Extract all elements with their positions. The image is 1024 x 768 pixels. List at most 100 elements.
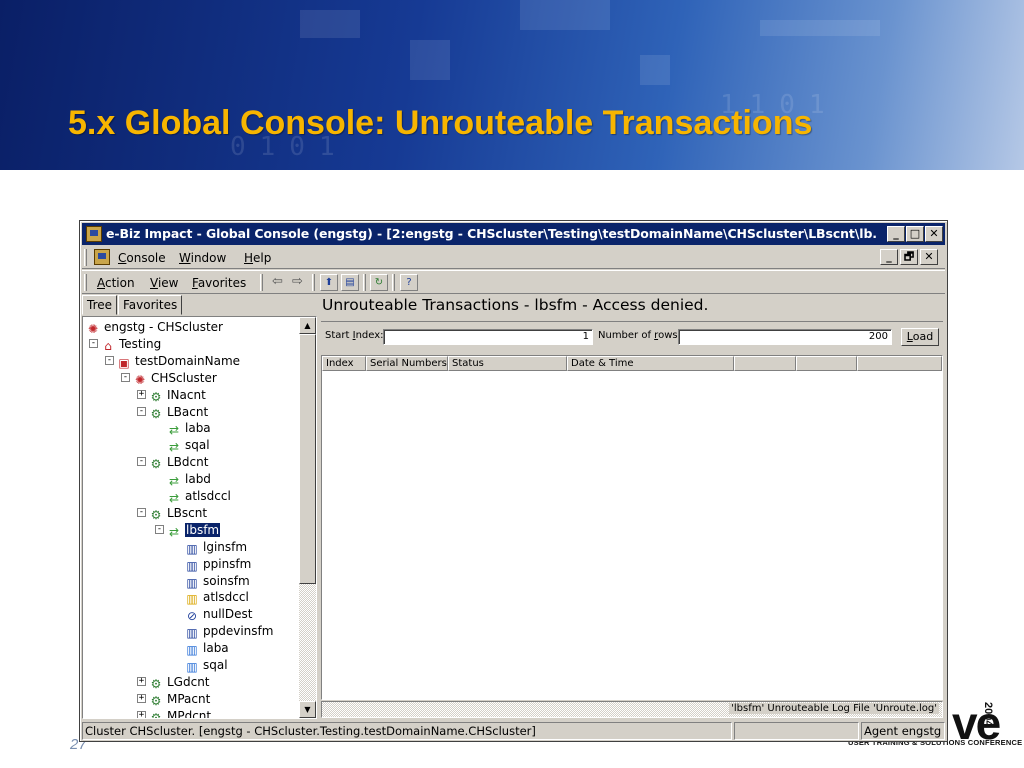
up-folder-icon[interactable]: ⬆ xyxy=(320,274,338,291)
tree-node[interactable]: ▥ laba xyxy=(185,640,228,657)
tree-node-label: lbsfm xyxy=(183,521,222,538)
scroll-down-icon[interactable]: ▼ xyxy=(299,701,316,718)
menubar-grip[interactable] xyxy=(84,249,87,266)
menu-help[interactable]: Help xyxy=(244,251,271,265)
tree-node[interactable]: ✺ CHScluster xyxy=(133,370,217,387)
toolbar-grip[interactable] xyxy=(84,274,87,291)
window-titlebar[interactable]: e-Biz Impact - Global Console (engstg) -… xyxy=(82,223,945,245)
minimize-button[interactable]: _ xyxy=(887,226,905,242)
tree-node[interactable]: ▥ sqal xyxy=(185,657,227,674)
tree-node[interactable]: ▥ soinsfm xyxy=(185,573,249,590)
tree-node[interactable]: ▥ ppinsfm xyxy=(185,556,251,573)
tree-node[interactable]: ▥ atlsdccl xyxy=(185,589,248,606)
close-button[interactable]: ✕ xyxy=(925,226,943,242)
child-minimize-button[interactable]: _ xyxy=(880,249,898,265)
menu-window[interactable]: Window xyxy=(179,251,226,265)
tree-expander[interactable]: - xyxy=(137,507,146,517)
tree-node-label: ppdevinsfm xyxy=(203,624,274,639)
transaction-icon: ▥ xyxy=(186,626,198,641)
tree-node[interactable]: ⇄ lbsfm xyxy=(167,521,222,538)
tree-expander[interactable]: - xyxy=(137,457,146,467)
tree-node[interactable]: ⇄ labd xyxy=(167,471,211,489)
child-close-button[interactable]: ✕ xyxy=(920,249,938,265)
menu-action[interactable]: Action xyxy=(97,276,135,290)
tree-node[interactable]: ▥ lginsfm xyxy=(185,539,247,556)
connector-icon: ⚙ xyxy=(150,693,162,708)
pane-header: Unrouteable Transactions - lbsfm - Acces… xyxy=(321,295,943,319)
tree-node-label: engstg - CHScluster xyxy=(104,320,223,334)
tree-node[interactable]: ✺ engstg - CHScluster xyxy=(86,319,223,336)
tree-expander[interactable]: + xyxy=(137,693,146,703)
tree-node[interactable]: ⚙ MPdcnt xyxy=(149,708,212,719)
menu-console[interactable]: Console xyxy=(118,251,166,265)
column-header-5[interactable] xyxy=(734,356,796,371)
tree-expander[interactable]: - xyxy=(155,524,164,534)
tree-node-label: INacnt xyxy=(167,387,206,402)
menu-favorites[interactable]: Favorites xyxy=(192,276,246,290)
tree-node[interactable]: ⇄ sqal xyxy=(167,437,210,455)
tree-node[interactable]: ⚙ LBscnt xyxy=(149,505,207,522)
tree-node[interactable]: ⇄ laba xyxy=(167,420,211,437)
child-restore-button[interactable]: 🗗 xyxy=(900,249,918,265)
connector-icon: ⚙ xyxy=(150,507,162,522)
tree-node[interactable]: ⚙ MPacnt xyxy=(149,691,211,708)
tree-expander[interactable]: + xyxy=(137,389,146,399)
tab-favorites[interactable]: Favorites xyxy=(118,295,183,315)
tree-expander[interactable]: - xyxy=(137,406,146,416)
tree-pane[interactable]: ✺ engstg - CHScluster - ⌂ Testing - ▣ testDomai… xyxy=(82,316,317,719)
tree-scrollbar[interactable]: ▲ ▼ xyxy=(299,317,316,718)
route-icon: ⇄ xyxy=(168,474,180,489)
column-header-7[interactable] xyxy=(857,356,942,371)
tree-node[interactable]: ▣ testDomainName xyxy=(117,353,241,370)
menu-view[interactable]: View xyxy=(150,276,178,290)
tree-expander[interactable]: - xyxy=(89,338,98,348)
tree-node[interactable]: ⊘ nullDest xyxy=(185,606,253,623)
tree-expander[interactable]: - xyxy=(105,355,114,365)
right-pane: Unrouteable Transactions - lbsfm - Acces… xyxy=(321,295,943,719)
connector-icon: ⚙ xyxy=(150,710,162,719)
tree-expander[interactable]: + xyxy=(137,710,146,718)
load-button[interactable]: Load xyxy=(901,328,939,346)
tree-expander[interactable]: - xyxy=(121,372,130,382)
toolbar-separator-4 xyxy=(392,274,395,291)
log-file-bar: 'lbsfm' Unrouteable Log File 'Unroute.lo… xyxy=(321,701,943,718)
column-header-serial-numbers[interactable]: Serial Numbers xyxy=(366,356,448,371)
rows-input[interactable]: 200 xyxy=(678,329,892,345)
route-icon: ⇄ xyxy=(168,440,180,455)
scroll-thumb[interactable] xyxy=(299,334,316,584)
show-tree-icon[interactable]: ▤ xyxy=(341,274,359,291)
column-header-status[interactable]: Status xyxy=(448,356,567,371)
tab-tree[interactable]: Tree xyxy=(82,295,118,315)
tree-node[interactable]: ⚙ LBdcnt xyxy=(149,454,209,472)
connector-icon: ⚙ xyxy=(150,406,162,421)
tree-node[interactable]: ⇄ atlsdccl xyxy=(167,488,231,505)
tree-node[interactable]: ⌂ Testing xyxy=(101,336,161,353)
transaction-icon: ▥ xyxy=(186,660,198,674)
scroll-up-icon[interactable]: ▲ xyxy=(299,317,316,334)
tree-node-label: testDomainName xyxy=(135,353,241,368)
cluster-icon: ✺ xyxy=(134,372,146,387)
transactions-grid[interactable]: Index Serial Numbers Status Date & Time xyxy=(321,355,943,700)
conference-logo-year: 2004 xyxy=(982,702,994,727)
child-window-icon[interactable] xyxy=(94,249,110,265)
domain-icon: ▣ xyxy=(118,355,130,370)
back-arrow-icon[interactable]: ⇦ xyxy=(272,274,283,289)
tree-node[interactable]: ⚙ INacnt xyxy=(149,387,206,404)
route-icon: ⇄ xyxy=(168,491,180,505)
column-header-6[interactable] xyxy=(796,356,857,371)
tree-node-label: CHScluster xyxy=(151,370,217,385)
tree-node[interactable]: ▥ ppdevinsfm xyxy=(185,623,274,641)
refresh-icon[interactable]: ↻ xyxy=(370,274,388,291)
column-header-date-time[interactable]: Date & Time xyxy=(567,356,734,371)
tree-expander[interactable]: + xyxy=(137,676,146,686)
column-header-index[interactable]: Index xyxy=(322,356,366,371)
start-index-input[interactable]: 1 xyxy=(383,329,593,345)
tree-node[interactable]: ⚙ LGdcnt xyxy=(149,674,210,691)
forward-arrow-icon[interactable]: ⇨ xyxy=(292,274,303,289)
tree-node-label: nullDest xyxy=(203,607,253,622)
connector-icon: ⚙ xyxy=(150,457,162,472)
help-icon[interactable]: ? xyxy=(400,274,418,291)
folder-home-icon: ⌂ xyxy=(104,338,112,353)
maximize-button[interactable]: □ xyxy=(906,226,924,242)
tree-node[interactable]: ⚙ LBacnt xyxy=(149,404,209,421)
